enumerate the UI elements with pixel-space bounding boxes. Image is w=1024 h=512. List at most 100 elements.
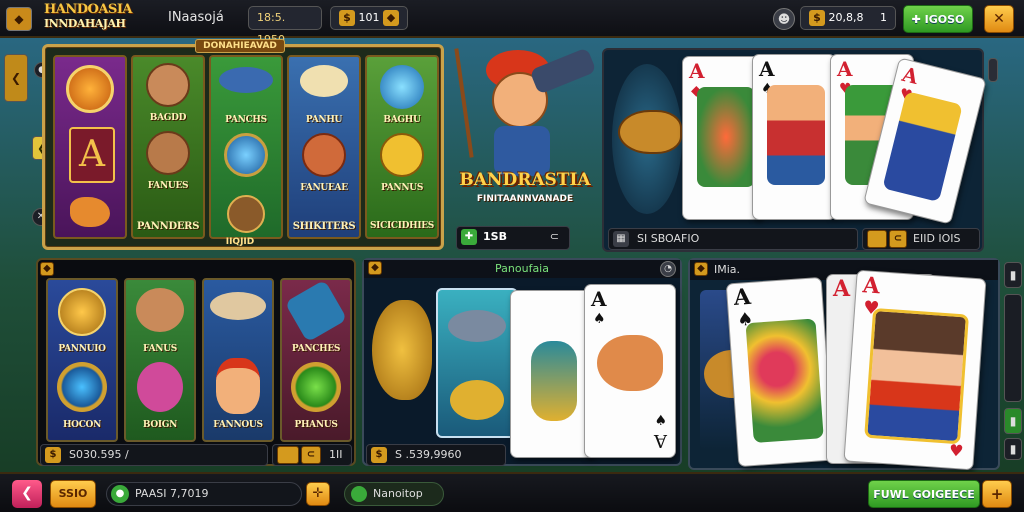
reel-2-mid-label: FANUES	[147, 181, 189, 191]
cards-bottom-panel[interactable]: ◆ IMia. A ♠ A A ♥ ♥	[688, 258, 1000, 471]
card-ace-spades-flowers[interactable]: A ♠	[725, 276, 835, 468]
reel-4-top-label: PANHU	[305, 115, 343, 125]
bet-chip-label: SSIO	[58, 487, 88, 500]
grey-fish-icon	[210, 292, 266, 320]
horn-icon	[227, 195, 265, 233]
full-game-button[interactable]: FUWL GOIGEECE	[868, 480, 980, 508]
hero-value-icon: ✚	[461, 229, 477, 245]
card-ace-hearts-girl[interactable]: A ♥ ♥	[843, 269, 987, 471]
panel-edge-tab	[988, 58, 998, 82]
gem-ring-icon	[57, 362, 107, 412]
coin-icon: $	[339, 10, 355, 26]
small-slot-chip-text: 1II	[329, 448, 343, 461]
play-now-button[interactable]: ✚ IGOSO	[903, 5, 973, 33]
card-rank: A	[591, 287, 607, 311]
card-rank: A	[837, 57, 853, 81]
fish-card-white[interactable]	[510, 290, 594, 458]
coin-icon: $	[371, 447, 387, 463]
boy-icon	[216, 358, 260, 414]
reel-5-bottom-label: SICICIDHIES	[369, 221, 435, 231]
slot-reel-2: BAGDD FANUES PANNDERS	[131, 55, 205, 239]
cards-top-panel[interactable]: A ◆ A ♠ A ♥ A ♥ ▦ SI SBOAFIO ⊂ EIID IOIS	[602, 48, 987, 252]
compass-icon	[58, 288, 106, 336]
magnifier-icon[interactable]: ☻	[773, 8, 795, 30]
shark-icon	[219, 67, 273, 93]
spade-suit-icon: ♠	[654, 413, 667, 429]
left-menu-tab[interactable]: ❮	[4, 54, 28, 102]
reel-2-top-label: BAGDD	[149, 113, 187, 123]
side-tab-bottom[interactable]: ▮	[1004, 438, 1022, 460]
grid-icon: ▦	[613, 231, 629, 247]
full-game-label: FUWL GOIGEECE	[873, 488, 975, 501]
mode-toggle[interactable]: Nanoitop	[344, 482, 444, 506]
reel-5-mid-label: PANNUS	[380, 183, 424, 193]
fish-cards-panel[interactable]: ◆ Panoufaia ◔ A ♠ ♠ A $ S .539,9960	[362, 258, 682, 466]
side-scroll-track[interactable]	[1004, 294, 1022, 402]
slot-reel-1: A	[53, 55, 127, 239]
chevron-left-icon[interactable]: ❮	[12, 480, 42, 508]
game-logo-icon[interactable]: ◆	[6, 7, 32, 31]
card-ace-spades-fish[interactable]: A ♠ ♠ A	[584, 284, 676, 458]
reel-4-mid-label: FANUEAE	[300, 183, 348, 193]
hero-body	[494, 126, 550, 176]
fish-icon	[70, 197, 110, 227]
monkey-icon	[146, 63, 190, 107]
ticker-bar: ● PAASI 7,7019	[106, 482, 302, 506]
link-icon: ⊂	[301, 446, 321, 464]
app-logo[interactable]: HANDOASIA INNDAHAJAH	[44, 3, 154, 35]
small-slot-panel[interactable]: ◆ PANNUIO HOCON FANUS BOIGN FANNOUS PANC…	[36, 258, 356, 466]
coin-icon: $	[45, 447, 61, 463]
balance-text: 20,8,8	[828, 11, 864, 24]
wallet-icon: $	[809, 10, 825, 26]
add-button[interactable]: +	[982, 480, 1012, 508]
koi-fish-icon	[300, 65, 348, 97]
boar-icon	[136, 288, 184, 332]
balance-pill[interactable]: $ 20,8,8 1	[800, 6, 896, 30]
yellow-fish-icon	[450, 380, 504, 420]
fish-card-teal[interactable]	[436, 288, 518, 438]
wrench-icon[interactable]: ✕	[984, 5, 1014, 33]
king-art	[882, 91, 963, 203]
golden-fish-icon	[618, 110, 682, 154]
cards-top-info-text: SI SBOAFIO	[637, 232, 700, 245]
hero-banner[interactable]: BANDRASTIA FINITAANNVANADE	[452, 44, 598, 224]
play-now-label: IGOSO	[924, 13, 965, 26]
cards-bottom-title: IMia.	[714, 263, 741, 276]
hero-title: BANDRASTIA	[459, 170, 591, 190]
side-tab-green[interactable]: ▮	[1004, 408, 1022, 434]
bottom-bar: ❮ SSIO ● PAASI 7,7019 ✛ Nanoitop FUWL GO…	[0, 472, 1024, 512]
small-slot-badge: ◆	[40, 262, 54, 276]
letter-a-symbol: A	[69, 127, 115, 183]
small-reel-2-bottom: BOIGN	[142, 420, 178, 430]
slot-reel-5: BAGHU PANNUS SICICIDHIES	[365, 55, 439, 239]
fish-panel-title: Panoufaia	[495, 262, 549, 275]
small-reel-1: PANNUIO HOCON	[46, 278, 118, 442]
reel-3-top-label: PANCHS	[225, 115, 267, 125]
card-rank: A	[899, 61, 921, 89]
mode-label: Nanoitop	[373, 487, 423, 500]
small-reel-1-bottom: HOCON	[62, 420, 102, 430]
small-reel-2: FANUS BOIGN	[124, 278, 196, 442]
card-rank: A	[689, 59, 705, 83]
nav-title[interactable]: INaasojá	[168, 10, 224, 25]
spear-icon	[454, 48, 474, 158]
pink-fish-icon	[137, 362, 183, 412]
plus-icon[interactable]: ✛	[306, 482, 330, 506]
cards-bottom-badge: ◆	[694, 262, 708, 276]
slot-reel-4: PANHU FANUEAE SHIKITERS	[287, 55, 361, 239]
fish-panel-header: ◆ Panoufaia ◔	[364, 260, 680, 278]
main-slot-machine[interactable]: DONAHIEAVAD A BAGDD FANUES PANNDERS PANC…	[42, 39, 444, 250]
girl-art	[864, 307, 969, 445]
coin-pill[interactable]: $ 101 ◆	[330, 6, 408, 30]
clock-icon[interactable]: ◔	[660, 261, 676, 277]
hero-value-bar[interactable]: ✚ 1SB ⊂	[456, 226, 570, 250]
side-tab-top[interactable]: ▮	[1004, 262, 1022, 288]
bet-chip-button[interactable]: SSIO	[50, 480, 96, 508]
card-ace-diamonds[interactable]: A ◆	[682, 56, 762, 220]
golden-fish-icon	[372, 300, 432, 400]
flower-art	[745, 318, 824, 443]
card-ace-spades[interactable]: A ♠	[752, 54, 836, 220]
play-now-icon: ✚	[911, 13, 925, 26]
small-slot-chip-bar[interactable]: ⊂ 1II	[272, 444, 352, 466]
cards-top-right-info[interactable]: ⊂ EIID IOIS	[862, 228, 980, 250]
